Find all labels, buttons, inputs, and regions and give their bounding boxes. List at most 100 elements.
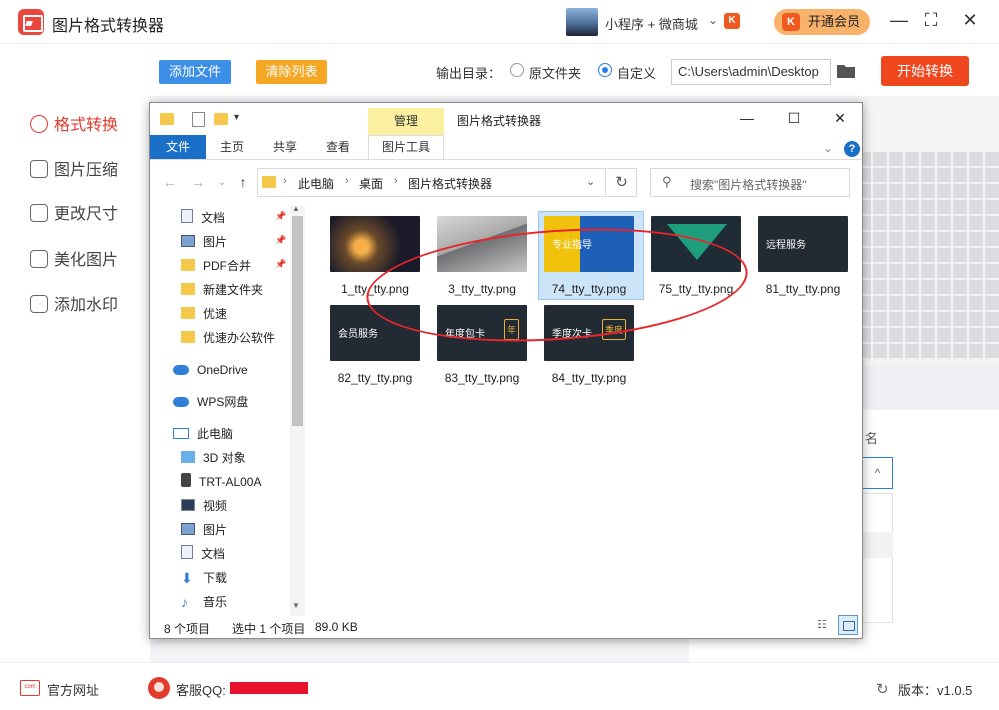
tab-file[interactable]: 文件 [150, 135, 206, 159]
breadcrumb-separator[interactable]: › [345, 175, 349, 187]
nav-item[interactable]: 此电脑 [173, 425, 233, 443]
radio-source-label: 原文件夹 [529, 66, 582, 81]
clear-list-button[interactable]: 清除列表 [256, 60, 327, 84]
scroll-up-icon[interactable]: ▲ [292, 204, 300, 213]
minimize-button[interactable]: — [887, 10, 911, 31]
nav-item-label: 此电脑 [197, 427, 234, 441]
down-icon: ⬇ [181, 570, 193, 586]
nav-item[interactable]: 图片 [181, 521, 227, 539]
nav-item[interactable]: PDF合并 [181, 257, 251, 275]
mini-program-label[interactable]: 小程序 + 微商城 [605, 14, 698, 33]
sidebar-item-watermark[interactable]: 添加水印 [30, 294, 118, 318]
nav-item-label: 视频 [203, 499, 228, 513]
maximize-button[interactable]: ⛶ [919, 10, 943, 31]
nav-item[interactable]: 新建文件夹 [181, 281, 263, 299]
nav-item[interactable]: ♪ 音乐 [181, 593, 227, 611]
status-size: 89.0 KB [315, 620, 358, 634]
beautify-icon [30, 250, 48, 268]
nav-item[interactable]: ⬇ 下载 [181, 569, 227, 587]
nav-item-label: 优速 [203, 307, 228, 321]
breadcrumb-separator[interactable]: › [283, 175, 287, 187]
status-item-count: 8 个项目 [164, 622, 211, 636]
nav-item[interactable]: 3D 对象 [181, 449, 246, 467]
nav-scrollbar-thumb[interactable] [292, 216, 303, 426]
folder-icon[interactable] [160, 113, 174, 125]
doc-icon [181, 209, 193, 223]
support-qq-label[interactable]: 客服QQ: [176, 680, 226, 699]
sidebar-item-beautify[interactable]: 美化图片 [30, 249, 118, 273]
thumbnail-caption: 会员服务 [338, 329, 378, 340]
rename-select[interactable]: ^ [863, 457, 893, 489]
nav-item[interactable]: 文档 [181, 209, 225, 227]
chevron-down-icon[interactable]: ⌄ [708, 13, 718, 27]
breadcrumb-folder[interactable]: 图片格式转换器 [408, 175, 492, 192]
file-thumbnail[interactable]: 远程服务 [758, 216, 848, 272]
breadcrumb-desktop[interactable]: 桌面 [359, 175, 383, 192]
search-placeholder: 搜索"图片格式转换器" [690, 178, 807, 192]
sidebar-item-resize[interactable]: 更改尺寸 [30, 203, 118, 227]
breadcrumb-this-pc[interactable]: 此电脑 [298, 175, 334, 192]
details-view-icon[interactable]: ☷ [817, 618, 833, 634]
breadcrumb-separator[interactable]: › [394, 175, 398, 187]
tab-home[interactable]: 主页 [220, 135, 244, 159]
pin-icon[interactable]: 📌 [275, 211, 286, 222]
recent-dropdown-icon[interactable]: ⌄ [213, 177, 231, 188]
output-path-input[interactable]: C:\Users\admin\Desktop [671, 59, 831, 85]
nav-item[interactable]: 优速 [181, 305, 227, 323]
watermark-icon [30, 295, 48, 313]
pin-icon[interactable]: 📌 [275, 259, 286, 270]
nav-item[interactable]: OneDrive [173, 361, 248, 379]
new-folder-icon[interactable] [214, 113, 228, 125]
sidebar-item-format-convert[interactable]: 格式转换 [30, 114, 118, 138]
nav-item[interactable]: 图片 [181, 233, 227, 251]
fold-icon [181, 283, 195, 295]
radio-source-folder[interactable] [510, 63, 524, 77]
compress-icon [30, 160, 48, 178]
file-name[interactable]: 81_tty_tty.png [748, 282, 858, 296]
explorer-close-button[interactable]: ✕ [830, 110, 850, 127]
nav-item[interactable]: 视频 [181, 497, 227, 515]
folder-icon[interactable] [836, 63, 856, 79]
file-name[interactable]: 84_tty_tty.png [534, 371, 644, 385]
sidebar-item-compress[interactable]: 图片压缩 [30, 159, 118, 183]
nav-item[interactable]: 优速办公软件 [181, 329, 275, 347]
nav-item[interactable]: TRT-AL00A [181, 473, 261, 491]
radio-custom-folder[interactable] [598, 63, 612, 77]
refresh-icon[interactable]: ↻ [876, 680, 889, 698]
tab-view[interactable]: 查看 [326, 135, 350, 159]
back-arrow-icon[interactable]: ← [161, 174, 179, 190]
up-arrow-icon[interactable]: ↑ [234, 174, 252, 190]
close-button[interactable]: ✕ [958, 10, 982, 31]
address-dropdown-icon[interactable]: ⌄ [586, 175, 595, 188]
start-convert-button[interactable]: 开始转换 [881, 56, 969, 86]
official-site-link[interactable]: 官方网址 [47, 680, 99, 699]
quick-access-dropdown-icon[interactable]: ▾ [234, 112, 239, 123]
properties-icon[interactable] [192, 112, 205, 127]
file-name[interactable]: 82_tty_tty.png [320, 371, 430, 385]
app-title: 图片格式转换器 [52, 18, 165, 35]
mini-program-thumbnail[interactable] [566, 8, 598, 36]
file-name[interactable]: 83_tty_tty.png [427, 371, 537, 385]
tab-picture-tools[interactable]: 图片工具 [368, 135, 444, 159]
phone-icon [181, 473, 191, 487]
large-icons-view-icon[interactable] [838, 615, 858, 635]
nav-item[interactable]: WPS网盘 [173, 393, 248, 411]
explorer-minimize-button[interactable]: — [737, 110, 757, 126]
nav-item[interactable]: 文档 [181, 545, 225, 563]
rename-dropdown-selected[interactable] [863, 532, 893, 558]
tab-share[interactable]: 共享 [273, 135, 297, 159]
output-dir-label: 输出目录： [436, 66, 502, 81]
support-avatar-icon [148, 677, 170, 699]
fold-icon [181, 331, 195, 343]
preview-grid [855, 150, 999, 360]
nav-item-label: 优速办公软件 [203, 331, 276, 345]
explorer-maximize-button[interactable]: ☐ [784, 110, 804, 127]
forward-arrow-icon[interactable]: → [189, 174, 207, 190]
help-icon[interactable]: ? [844, 141, 860, 157]
refresh-button[interactable]: ↻ [607, 168, 637, 197]
pin-icon[interactable]: 📌 [275, 235, 286, 246]
add-files-button[interactable]: 添加文件 [159, 60, 231, 84]
scroll-down-icon[interactable]: ▼ [292, 601, 300, 610]
ribbon-expand-icon[interactable]: ⌄ [823, 141, 833, 155]
doc-icon [181, 545, 193, 559]
